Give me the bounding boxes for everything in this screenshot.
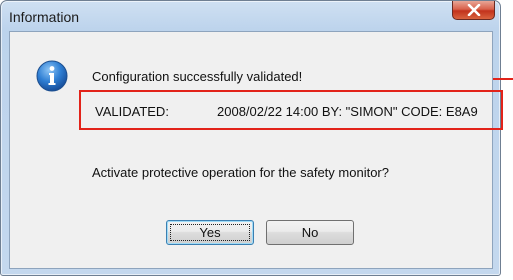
- title-bar[interactable]: Information: [1, 1, 500, 31]
- validation-highlight: VALIDATED: 2008/02/22 14:00 BY: "SIMON" …: [79, 90, 503, 130]
- close-icon: [467, 4, 481, 16]
- message-question: Activate protective operation for the sa…: [92, 165, 389, 180]
- no-button[interactable]: No: [266, 220, 354, 245]
- no-button-label: No: [301, 225, 319, 240]
- close-button[interactable]: [452, 1, 495, 20]
- callout-line: [493, 78, 513, 80]
- validation-value: 2008/02/22 14:00 BY: "SIMON" CODE: E8A9: [217, 104, 478, 119]
- yes-button[interactable]: Yes: [166, 220, 254, 245]
- window-title: Information: [9, 9, 80, 25]
- info-icon: [36, 60, 68, 92]
- message-title: Configuration successfully validated!: [92, 69, 303, 84]
- dialog-window: Information Configuration successfully v…: [0, 0, 503, 276]
- dialog-body: Configuration successfully validated! VA…: [9, 31, 503, 269]
- focus-rectangle: [170, 224, 250, 241]
- validation-label: VALIDATED:: [95, 104, 169, 119]
